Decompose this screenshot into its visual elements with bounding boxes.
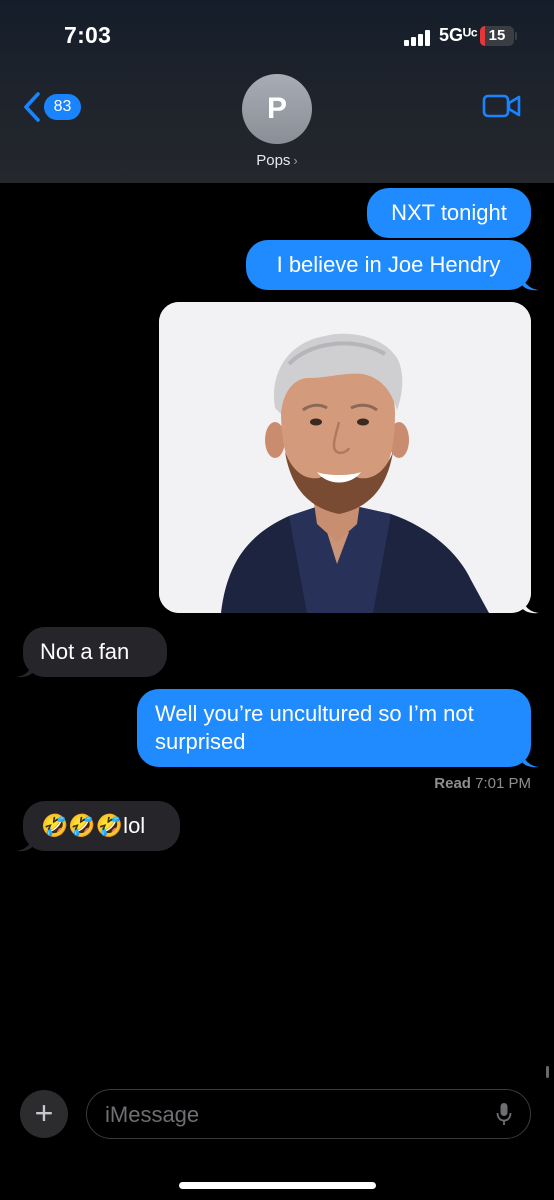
chevron-left-icon[interactable] [22, 91, 42, 123]
conversation-header: 7:03 5Gᵁᶜ 15 83 P Pops › [0, 0, 554, 183]
scroll-indicator[interactable] [546, 1066, 549, 1078]
photo-image [159, 302, 531, 613]
message-text: Not a fan [40, 639, 130, 664]
plus-button[interactable]: + [20, 1090, 68, 1138]
avatar[interactable]: P [242, 74, 312, 144]
sent-message[interactable]: NXT tonight [367, 188, 531, 238]
imessage-input[interactable] [103, 1090, 487, 1139]
message-text: I believe in Joe Hendry [276, 252, 501, 277]
battery-level: 15 [488, 27, 506, 44]
message-text: 🤣🤣🤣lol [41, 813, 146, 838]
photo-attachment[interactable] [159, 302, 531, 613]
chevron-right-icon: › [293, 153, 298, 168]
bubble-tail [522, 597, 539, 614]
message-input-field[interactable] [86, 1089, 531, 1139]
bubble-tail [16, 835, 33, 852]
microphone-icon[interactable] [496, 1102, 512, 1126]
received-message[interactable]: Not a fan [23, 627, 167, 677]
sent-message[interactable]: Well you’re uncultured so I’m not surpri… [137, 689, 531, 767]
received-message[interactable]: 🤣🤣🤣lol [23, 801, 180, 851]
contact-name: Pops [256, 152, 291, 169]
message-text: NXT tonight [391, 200, 507, 225]
read-time: 7:01 PM [475, 775, 531, 792]
contact-name-button[interactable]: Pops › [0, 152, 554, 169]
battery-tip [515, 32, 517, 40]
status-time: 7:03 [64, 22, 112, 48]
bubble-tail [16, 661, 33, 678]
video-camera-icon[interactable] [482, 93, 522, 119]
back-unread-count[interactable]: 83 [44, 94, 81, 120]
read-receipt: Read 7:01 PM [434, 775, 531, 792]
cellular-signal-icon [404, 30, 432, 46]
network-type: 5Gᵁᶜ [439, 25, 478, 45]
bubble-tail [522, 751, 539, 768]
sent-message[interactable]: I believe in Joe Hendry [246, 240, 531, 290]
battery-icon: 15 [480, 26, 514, 46]
read-status: Read [434, 775, 471, 792]
message-text: Well you’re uncultured so I’m not surpri… [155, 701, 474, 754]
home-indicator[interactable] [179, 1182, 376, 1189]
bubble-tail [522, 274, 539, 291]
